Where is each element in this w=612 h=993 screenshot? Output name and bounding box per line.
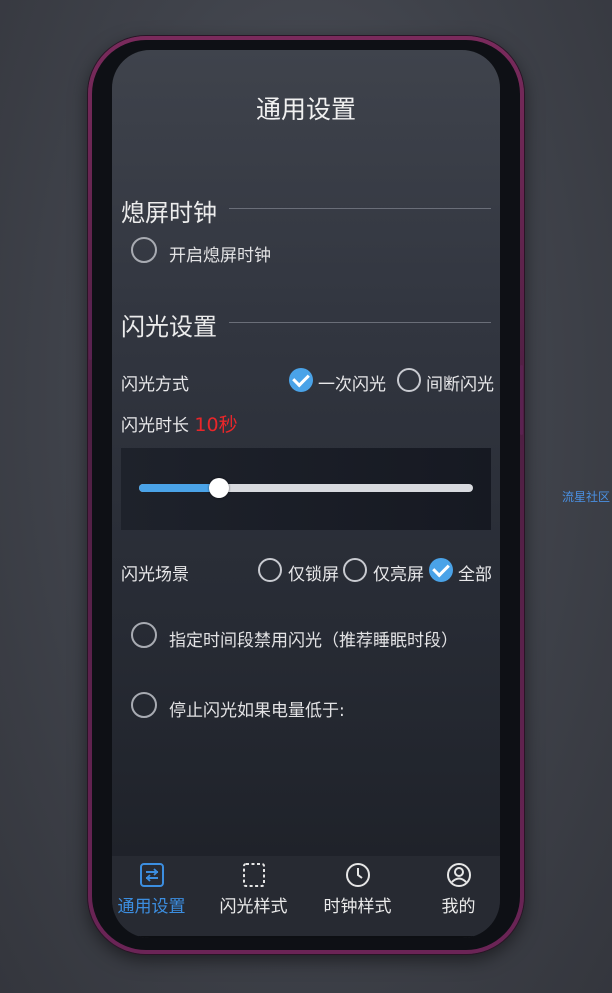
clock-icon bbox=[345, 862, 371, 888]
user-icon bbox=[446, 862, 472, 888]
section-divider bbox=[229, 208, 491, 209]
battery-stop-label: 停止闪光如果电量低于: bbox=[169, 701, 345, 721]
flash-scene-lock-radio[interactable] bbox=[258, 558, 282, 582]
flash-scene-screen-on-label: 仅亮屏 bbox=[373, 565, 424, 585]
disable-period-option[interactable]: 指定时间段禁用闪光（推荐睡眠时段） bbox=[131, 621, 471, 653]
flash-mode-once-radio[interactable] bbox=[289, 368, 313, 392]
flash-scene-option-all[interactable]: 全部 bbox=[429, 556, 499, 585]
battery-stop-radio[interactable] bbox=[131, 692, 157, 718]
settings-sliders-icon bbox=[139, 862, 165, 888]
flash-scene-lock-label: 仅锁屏 bbox=[288, 565, 339, 585]
volume-button bbox=[89, 300, 92, 360]
flash-mode-intermittent-label: 间断闪光 bbox=[426, 375, 494, 395]
flash-scene-all-radio[interactable] bbox=[429, 558, 453, 582]
watermark-text: 流星社区 bbox=[562, 490, 611, 504]
app-screen: 通用设置 熄屏时钟 开启熄屏时钟 闪光设置 闪光方式 一次闪光 间断闪光 闪光时… bbox=[112, 50, 500, 938]
battery-stop-option[interactable]: 停止闪光如果电量低于: bbox=[131, 691, 431, 723]
nav-label: 闪光样式 bbox=[219, 897, 288, 917]
aod-enable-radio[interactable] bbox=[131, 237, 157, 263]
duration-slider-thumb[interactable] bbox=[209, 478, 230, 498]
flash-scene-all-label: 全部 bbox=[458, 565, 492, 585]
aod-enable-label: 开启熄屏时钟 bbox=[169, 246, 271, 266]
flash-duration-value: 10秒 bbox=[194, 414, 238, 436]
flash-mode-option-once[interactable]: 一次闪光 bbox=[289, 366, 386, 395]
flash-scene-option-screen-on[interactable]: 仅亮屏 bbox=[343, 556, 424, 585]
flash-scene-option-lock[interactable]: 仅锁屏 bbox=[258, 556, 339, 585]
disable-period-label: 指定时间段禁用闪光（推荐睡眠时段） bbox=[169, 631, 458, 651]
flash-mode-label: 闪光方式 bbox=[121, 375, 189, 395]
flash-scene-label: 闪光场景 bbox=[121, 565, 189, 585]
flash-duration-row: 闪光时长 10秒 bbox=[121, 410, 238, 437]
flash-duration-label: 闪光时长 bbox=[121, 416, 189, 436]
aod-enable-option[interactable]: 开启熄屏时钟 bbox=[131, 236, 381, 268]
nav-item-flash-style[interactable]: 闪光样式 bbox=[205, 862, 302, 917]
section-title-flash: 闪光设置 bbox=[121, 313, 217, 341]
bottom-nav-bar: 通用设置 闪光样式 时钟样式 我的 bbox=[112, 856, 500, 938]
flash-mode-intermittent-radio[interactable] bbox=[397, 368, 421, 392]
disable-period-radio[interactable] bbox=[131, 622, 157, 648]
duration-slider-panel bbox=[121, 448, 491, 530]
home-indicator-area bbox=[112, 936, 500, 938]
dashed-frame-icon bbox=[241, 862, 267, 888]
flash-mode-option-intermittent[interactable]: 间断闪光 bbox=[397, 366, 497, 395]
flash-mode-once-label: 一次闪光 bbox=[318, 375, 386, 395]
nav-item-mine[interactable]: 我的 bbox=[410, 862, 500, 917]
nav-label: 通用设置 bbox=[117, 897, 186, 917]
nav-item-general-settings[interactable]: 通用设置 bbox=[112, 862, 200, 917]
flash-scene-screen-on-radio[interactable] bbox=[343, 558, 367, 582]
section-title-aod: 熄屏时钟 bbox=[121, 199, 217, 227]
nav-label: 时钟样式 bbox=[323, 897, 392, 917]
nav-label: 我的 bbox=[441, 897, 476, 917]
power-button bbox=[520, 365, 523, 435]
nav-item-clock-style[interactable]: 时钟样式 bbox=[309, 862, 406, 917]
section-divider bbox=[229, 322, 491, 323]
duration-slider-fill bbox=[139, 484, 220, 492]
page-title: 通用设置 bbox=[255, 95, 356, 124]
